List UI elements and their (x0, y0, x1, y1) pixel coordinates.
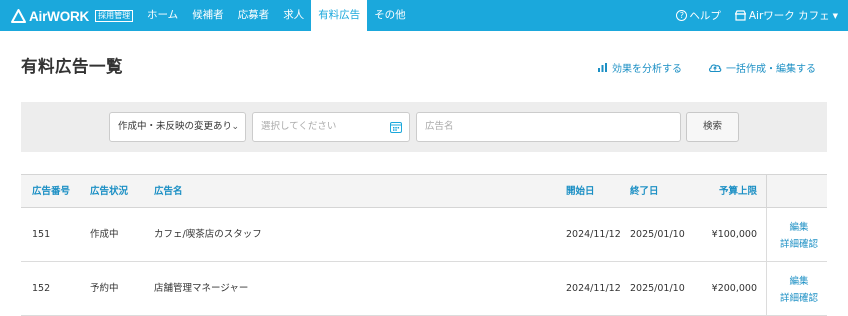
table-header: 広告番号 広告状況 広告名 開始日 終了日 予算上限 (21, 174, 827, 208)
column-divider (766, 262, 767, 316)
help-link[interactable]: ? ヘルプ (676, 8, 721, 23)
account-menu[interactable]: Airワーク カフェ ▼ (734, 8, 838, 23)
column-divider (766, 175, 767, 208)
table-row: 151 作成中 カフェ/喫茶店のスタッフ 2024/11/12 2025/01/… (21, 208, 827, 262)
column-header-status[interactable]: 広告状況 (90, 175, 128, 208)
account-label: Airワーク カフェ (748, 10, 830, 22)
bulk-create-edit-link[interactable]: 一括作成・編集する (708, 60, 816, 75)
status-filter-select[interactable]: 作成中・未反映の変更あり ⌄ (109, 112, 246, 142)
ad-status: 予約中 (90, 283, 119, 294)
nav-item-paid-ads[interactable]: 有料広告 (311, 0, 368, 31)
ad-budget: ¥200,000 (711, 283, 757, 294)
ad-number: 151 (32, 229, 51, 240)
edit-link[interactable]: 編集 (777, 219, 821, 236)
airwork-logo[interactable]: AirWORK 採用管理 (11, 7, 134, 25)
date-range-input[interactable]: 選択してください (252, 112, 410, 142)
search-button[interactable]: 検索 (686, 112, 739, 142)
page-actions: 効果を分析する 一括作成・編集する (571, 60, 816, 75)
store-icon (734, 10, 746, 21)
ad-status: 作成中 (90, 229, 119, 240)
ad-start-date: 2024/11/12 (566, 229, 621, 240)
ad-number: 152 (32, 283, 51, 294)
column-header-number[interactable]: 広告番号 (32, 175, 70, 208)
row-actions: 編集 詳細確認 (777, 273, 821, 307)
column-divider (766, 208, 767, 262)
bulk-create-edit-label: 一括作成・編集する (726, 64, 816, 75)
table-row: 152 予約中 店舗管理マネージャー 2024/11/12 2025/01/10… (21, 262, 827, 316)
ad-name: 店舗管理マネージャー (154, 283, 249, 294)
edit-link[interactable]: 編集 (777, 273, 821, 290)
bar-chart-icon (598, 63, 607, 72)
top-navigation-bar: AirWORK 採用管理 ホーム 候補者 応募者 求人 有料広告 その他 ? ヘ… (0, 0, 848, 31)
chevron-down-icon: ▼ (832, 11, 838, 20)
ad-name: カフェ/喫茶店のスタッフ (154, 229, 262, 240)
nav-item-other[interactable]: その他 (367, 0, 413, 31)
detail-link[interactable]: 詳細確認 (777, 290, 821, 307)
nav-item-home[interactable]: ホーム (140, 0, 185, 31)
ad-name-placeholder: 広告名 (425, 121, 454, 132)
help-label: ヘルプ (689, 10, 721, 22)
analyze-effect-label: 効果を分析する (612, 64, 682, 75)
detail-link[interactable]: 詳細確認 (777, 236, 821, 253)
logo-text: AirWORK (29, 8, 90, 24)
search-panel: 作成中・未反映の変更あり ⌄ 選択してください 広告名 検索 (21, 102, 827, 152)
ad-end-date: 2025/01/10 (630, 283, 685, 294)
column-header-name[interactable]: 広告名 (154, 175, 183, 208)
column-header-start[interactable]: 開始日 (566, 175, 595, 208)
row-actions: 編集 詳細確認 (777, 219, 821, 253)
ad-budget: ¥100,000 (711, 229, 757, 240)
analyze-effect-link[interactable]: 効果を分析する (597, 60, 682, 75)
header-right: ? ヘルプ Airワーク カフェ ▼ (676, 0, 838, 31)
ad-name-search-input[interactable]: 広告名 (416, 112, 681, 142)
logo-badge: 採用管理 (95, 10, 134, 22)
nav-item-applicants[interactable]: 応募者 (231, 0, 277, 31)
column-header-end[interactable]: 終了日 (630, 175, 659, 208)
logo-mark-icon (11, 9, 26, 23)
nav-item-candidates[interactable]: 候補者 (185, 0, 231, 31)
nav-item-jobs[interactable]: 求人 (276, 0, 311, 31)
page-title: 有料広告一覧 (21, 57, 123, 76)
chevron-down-icon: ⌄ (231, 122, 239, 132)
date-range-placeholder: 選択してください (261, 121, 337, 132)
column-header-budget[interactable]: 予算上限 (719, 175, 757, 208)
main-nav: ホーム 候補者 応募者 求人 有料広告 その他 (140, 0, 413, 31)
calendar-icon[interactable] (390, 121, 402, 133)
paid-ads-table: 広告番号 広告状況 広告名 開始日 終了日 予算上限 151 作成中 カフェ/喫… (21, 174, 827, 316)
status-filter-value: 作成中・未反映の変更あり (118, 121, 233, 132)
help-icon: ? (676, 10, 688, 21)
ad-start-date: 2024/11/12 (566, 283, 621, 294)
cloud-upload-icon (709, 64, 722, 73)
ad-end-date: 2025/01/10 (630, 229, 685, 240)
